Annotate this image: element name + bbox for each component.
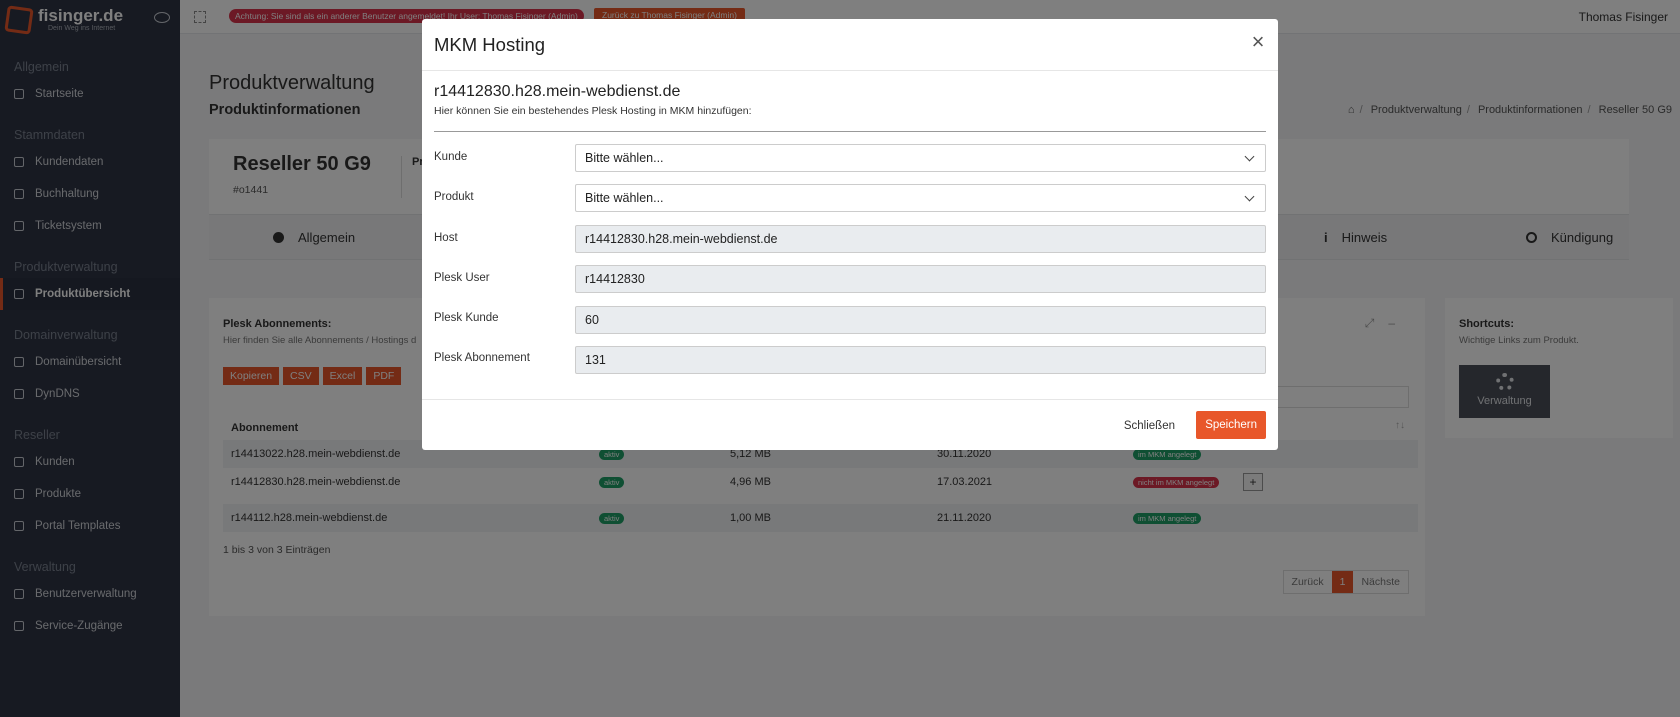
- plesk-user-field[interactable]: r14412830: [575, 265, 1266, 293]
- modal-title: MKM Hosting: [434, 34, 546, 55]
- chevron-down-icon: [1244, 191, 1255, 202]
- plesk-kunde-field[interactable]: 60: [575, 306, 1266, 334]
- plesk-kunde-label: Plesk Kunde: [434, 312, 499, 324]
- plesk-user-label: Plesk User: [434, 272, 490, 284]
- chevron-down-icon: [1244, 151, 1255, 162]
- produkt-select[interactable]: Bitte wählen...: [575, 184, 1266, 212]
- modal-header: MKM Hosting ×: [422, 19, 1278, 71]
- plesk-abonnement-field[interactable]: 131: [575, 346, 1266, 374]
- save-button[interactable]: Speichern: [1196, 411, 1266, 439]
- mkm-hosting-modal: MKM Hosting × r14412830.h28.mein-webdien…: [422, 19, 1278, 450]
- kunde-select-value: Bitte wählen...: [585, 151, 664, 165]
- kunde-label: Kunde: [434, 151, 468, 163]
- plesk-abonnement-label: Plesk Abonnement: [434, 352, 530, 364]
- host-field[interactable]: r14412830.h28.mein-webdienst.de: [575, 225, 1266, 253]
- close-button[interactable]: Schließen: [1115, 413, 1183, 439]
- close-icon[interactable]: ×: [1248, 31, 1268, 53]
- host-label: Host: [434, 232, 458, 244]
- divider: [434, 131, 1266, 132]
- modal-description: Hier können Sie ein bestehendes Plesk Ho…: [434, 105, 752, 117]
- produkt-label: Produkt: [434, 191, 474, 203]
- modal-footer: Schließen Speichern: [422, 400, 1278, 450]
- modal-host-heading: r14412830.h28.mein-webdienst.de: [434, 83, 681, 100]
- kunde-select[interactable]: Bitte wählen...: [575, 144, 1266, 172]
- produkt-select-value: Bitte wählen...: [585, 191, 664, 205]
